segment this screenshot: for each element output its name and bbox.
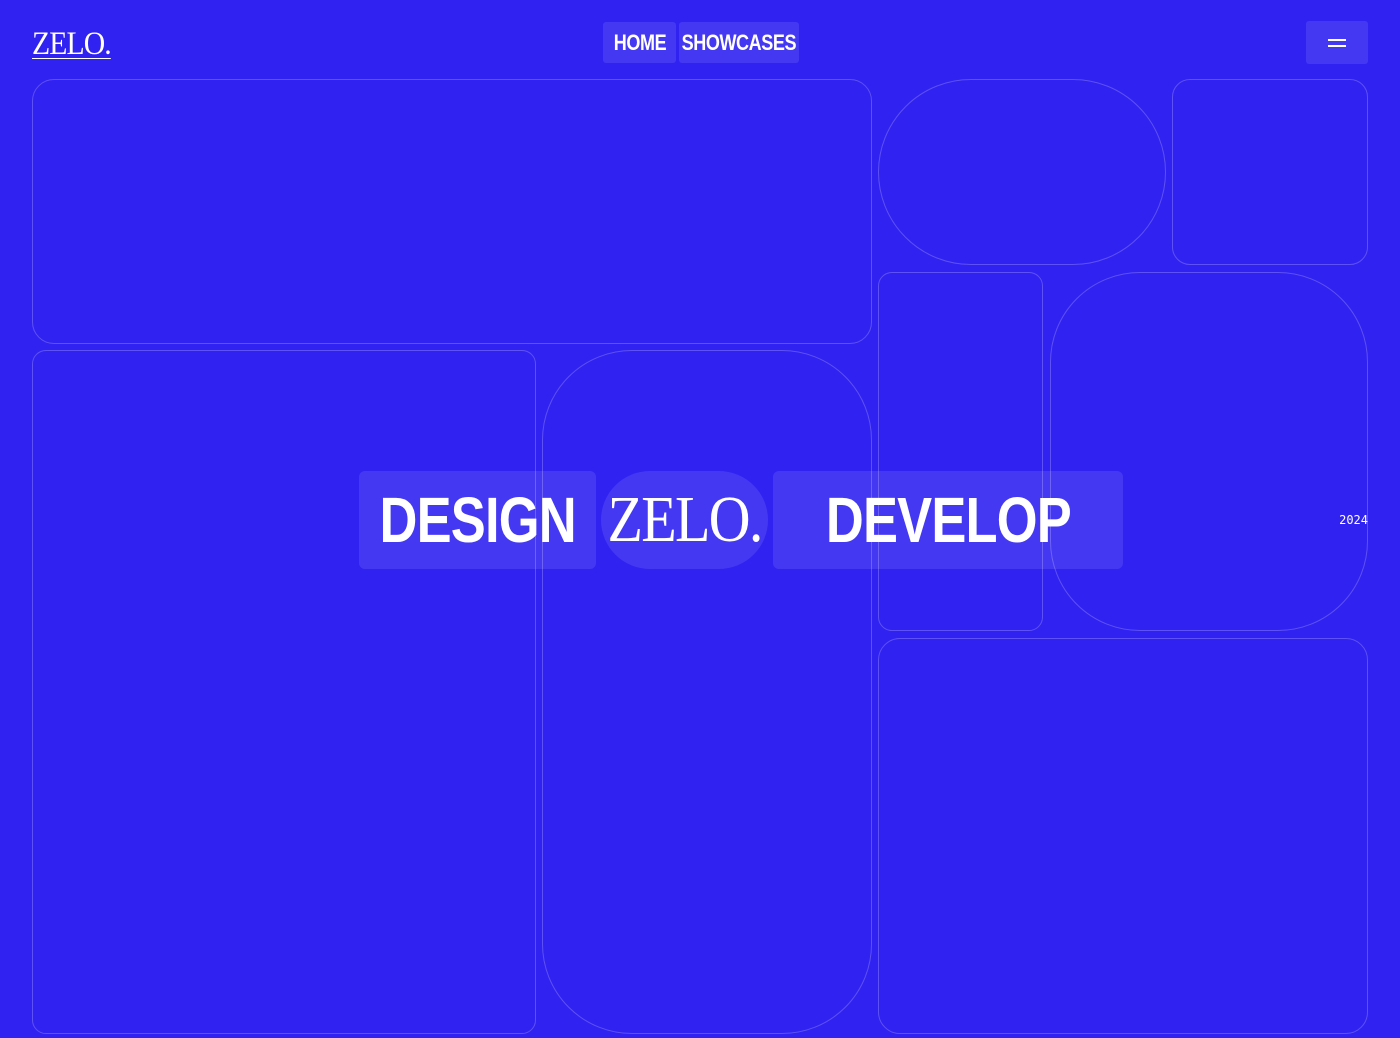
- logo-link[interactable]: ZELO.: [32, 26, 112, 63]
- nav-showcases-label: SHOWCASES: [681, 30, 797, 55]
- tile-top-right-small: [1172, 79, 1368, 265]
- tile-top-wide: [32, 79, 872, 344]
- tile-top-pill: [878, 79, 1166, 265]
- nav-home-link[interactable]: HOME: [603, 22, 676, 63]
- tile-mid-narrow: [878, 272, 1043, 631]
- tile-left-tall: [32, 350, 536, 1034]
- tile-mid-right-rounded: [1050, 272, 1368, 631]
- tile-center-capsule: [542, 350, 872, 1034]
- hero-develop-pill: DEVELOP: [773, 471, 1123, 569]
- hero-logo-pill: ZELO.: [601, 471, 768, 569]
- year-label: 2024: [1339, 513, 1368, 527]
- main-nav: HOME SHOWCASES: [603, 22, 799, 63]
- hero-design-pill: DESIGN: [359, 471, 596, 569]
- hamburger-bar-bottom: [1328, 45, 1346, 47]
- tile-bottom-right: [878, 638, 1368, 1034]
- hero-logo: ZELO.: [607, 483, 763, 556]
- menu-button[interactable]: [1306, 21, 1368, 64]
- nav-showcases-link[interactable]: SHOWCASES: [679, 22, 799, 63]
- nav-home-label: HOME: [613, 30, 666, 55]
- hero-develop-word: DEVELOP: [825, 484, 1071, 556]
- hero-design-word: DESIGN: [379, 484, 576, 556]
- hamburger-bar-top: [1328, 39, 1346, 41]
